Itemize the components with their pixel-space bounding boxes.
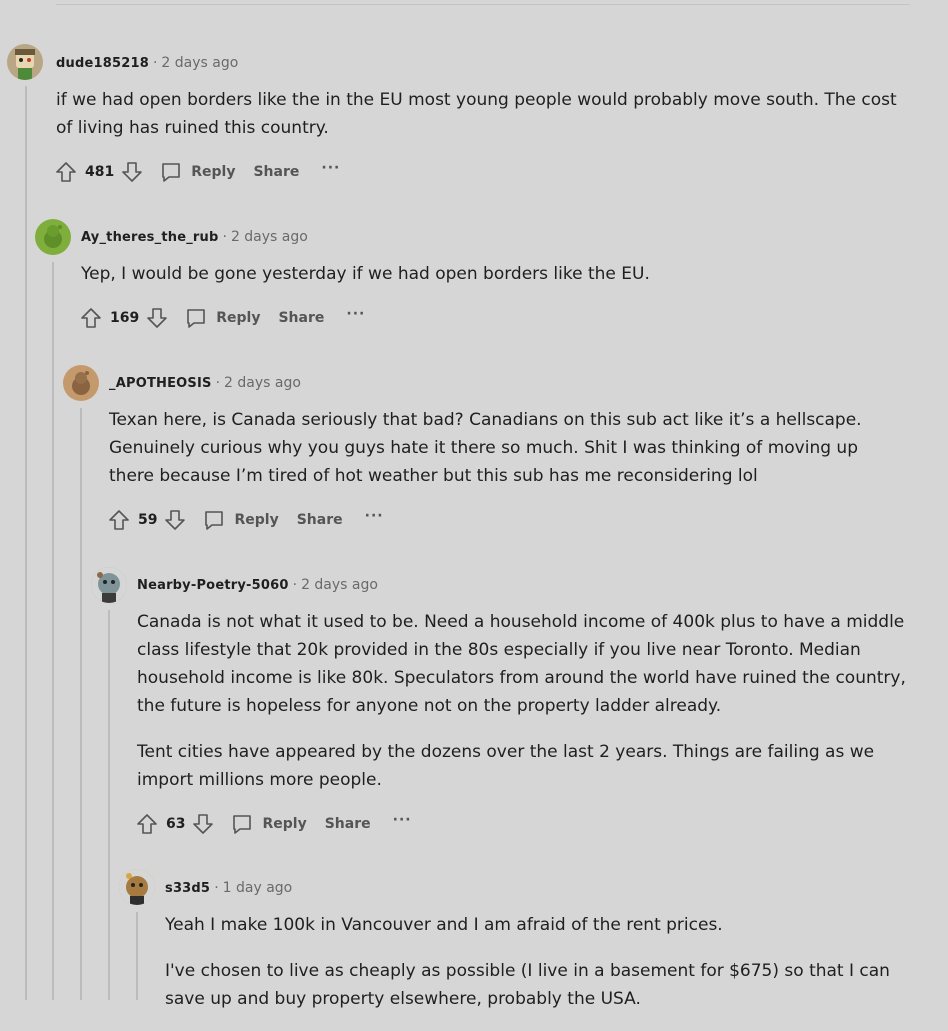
- downvote-icon[interactable]: [162, 507, 188, 533]
- more-options-button[interactable]: ···: [393, 812, 412, 828]
- share-button[interactable]: Share: [325, 816, 371, 832]
- comment-body: Canada is not what it used to be. Need a…: [137, 608, 907, 812]
- comment-paragraph: Texan here, is Canada seriously that bad…: [109, 410, 862, 486]
- comment-paragraph: Canada is not what it used to be. Need a…: [137, 612, 906, 716]
- downvote-icon[interactable]: [119, 159, 145, 185]
- more-options-button[interactable]: ···: [365, 508, 384, 524]
- thread-line-3[interactable]: [80, 408, 82, 1000]
- top-divider: [56, 4, 910, 5]
- separator-dot: ·: [215, 375, 221, 391]
- comment-actions: 481 Reply Share ···: [53, 157, 340, 187]
- comment-paragraph: if we had open borders like the in the E…: [56, 90, 897, 138]
- separator-dot: ·: [152, 55, 158, 71]
- thread-line-2[interactable]: [52, 262, 54, 1000]
- upvote-icon[interactable]: [78, 305, 104, 331]
- comment-body: Yep, I would be gone yesterday if we had…: [81, 260, 911, 306]
- upvote-icon[interactable]: [106, 507, 132, 533]
- thread-line-4[interactable]: [108, 610, 110, 1000]
- thread-line-1[interactable]: [25, 86, 27, 1000]
- avatar[interactable]: [63, 365, 99, 401]
- separator-dot: ·: [222, 229, 227, 245]
- comment-body: Texan here, is Canada seriously that bad…: [109, 406, 899, 508]
- timestamp[interactable]: 2 days ago: [224, 375, 301, 391]
- thread-line-5[interactable]: [136, 912, 138, 1000]
- reply-button[interactable]: Reply: [159, 160, 235, 184]
- snoo-avatar-icon: [44, 225, 62, 248]
- author-name[interactable]: s33d5: [165, 881, 210, 896]
- snoo-avatar-icon: [91, 567, 127, 603]
- author-name[interactable]: dude185218: [56, 56, 149, 71]
- more-options-button[interactable]: ···: [321, 160, 340, 176]
- reply-label: Reply: [262, 816, 307, 832]
- timestamp[interactable]: 2 days ago: [231, 229, 308, 245]
- comment-meta: s33d5 · 1 day ago: [165, 880, 292, 896]
- comment-paragraph: Yeah I make 100k in Vancouver and I am a…: [165, 915, 723, 935]
- snoo-avatar-icon: [119, 869, 155, 905]
- share-button[interactable]: Share: [278, 310, 324, 326]
- reply-button[interactable]: Reply: [184, 306, 260, 330]
- timestamp[interactable]: 2 days ago: [161, 55, 238, 71]
- snoo-avatar-icon: [72, 371, 90, 395]
- avatar[interactable]: [119, 869, 155, 905]
- avatar[interactable]: [7, 44, 43, 80]
- share-button[interactable]: Share: [297, 512, 343, 528]
- vote-score: 169: [110, 310, 140, 326]
- reply-button[interactable]: Reply: [202, 508, 279, 532]
- comment-meta: dude185218 · 2 days ago: [56, 55, 238, 71]
- comment-bubble-icon: [162, 163, 181, 182]
- timestamp[interactable]: 1 day ago: [223, 880, 293, 896]
- author-name[interactable]: _APOTHEOSIS: [109, 376, 212, 391]
- reply-label: Reply: [191, 164, 236, 180]
- comment-bubble-icon: [187, 309, 206, 328]
- comment-bubble-icon: [205, 511, 224, 530]
- reply-button[interactable]: Reply: [230, 812, 307, 836]
- upvote-icon[interactable]: [134, 811, 160, 837]
- comment-paragraph: I've chosen to live as cheaply as possib…: [165, 961, 890, 1009]
- comment-actions: 59 Reply Share ···: [106, 505, 384, 535]
- separator-dot: ·: [214, 880, 219, 896]
- comment-actions: 169 Reply Share ···: [78, 303, 365, 333]
- more-options-button[interactable]: ···: [346, 306, 365, 322]
- reply-label: Reply: [216, 310, 261, 326]
- comment-body: Yeah I make 100k in Vancouver and I am a…: [165, 911, 925, 1031]
- author-name[interactable]: Ay_theres_the_rub: [81, 230, 218, 245]
- comment-meta: Nearby-Poetry-5060 · 2 days ago: [137, 577, 378, 593]
- comment-meta: _APOTHEOSIS · 2 days ago: [109, 375, 301, 391]
- share-button[interactable]: Share: [253, 164, 299, 180]
- comment-meta: Ay_theres_the_rub · 2 days ago: [81, 229, 308, 245]
- comment-body: if we had open borders like the in the E…: [56, 86, 906, 160]
- avatar[interactable]: [91, 567, 127, 603]
- snoo-avatar-icon: [15, 49, 35, 80]
- avatar[interactable]: [35, 219, 71, 255]
- vote-score: 481: [85, 164, 115, 180]
- comment-bubble-icon: [233, 815, 252, 834]
- comment-paragraph: Tent cities have appeared by the dozens …: [137, 742, 875, 790]
- comment-actions: 63 Reply Share ···: [134, 809, 412, 839]
- separator-dot: ·: [292, 577, 298, 593]
- author-name[interactable]: Nearby-Poetry-5060: [137, 578, 289, 593]
- timestamp[interactable]: 2 days ago: [301, 577, 378, 593]
- downvote-icon[interactable]: [190, 811, 216, 837]
- reply-label: Reply: [234, 512, 279, 528]
- upvote-icon[interactable]: [53, 159, 79, 185]
- downvote-icon[interactable]: [144, 305, 170, 331]
- vote-score: 59: [138, 512, 158, 528]
- vote-score: 63: [166, 816, 186, 832]
- comment-paragraph: Yep, I would be gone yesterday if we had…: [81, 264, 650, 284]
